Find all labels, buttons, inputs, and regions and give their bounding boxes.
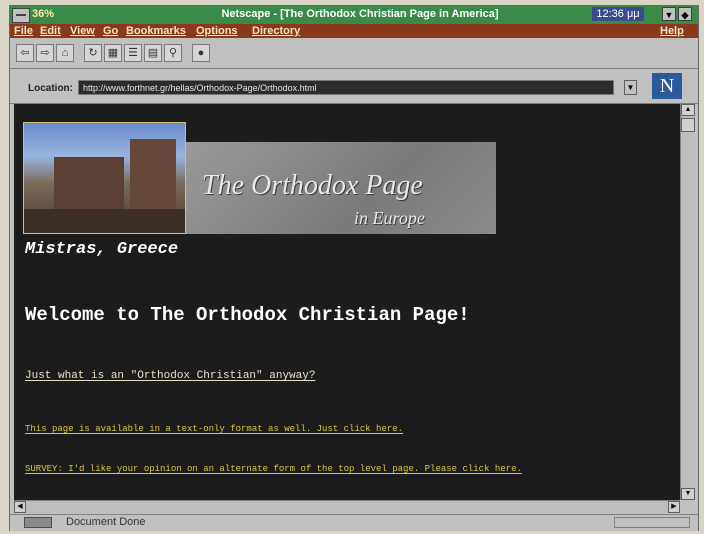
page-content: The Orthodox Page in Europe Mistras, Gre… — [14, 104, 680, 500]
find-icon[interactable]: ⚲ — [164, 44, 182, 62]
banner-subtitle: in Europe — [354, 208, 425, 228]
progress-panel — [614, 517, 690, 528]
netscape-logo-icon[interactable]: N — [652, 73, 682, 99]
stop-icon[interactable]: ● — [192, 44, 210, 62]
location-input[interactable]: http://www.forthnet.gr/hellas/Orthodox-P… — [78, 80, 614, 95]
horizontal-scrollbar[interactable]: ◀ ▶ — [14, 500, 680, 513]
open-icon[interactable]: ☰ — [124, 44, 142, 62]
title-bar: 36% Netscape - [The Orthodox Christian P… — [10, 6, 698, 24]
scroll-down-icon[interactable]: ▼ — [681, 488, 695, 500]
clock: 12:36 μμ — [592, 7, 644, 21]
location-label: Location: — [28, 83, 73, 94]
link-survey[interactable]: SURVEY: I'd like your opinion on an alte… — [25, 464, 522, 474]
menu-help[interactable]: Help — [660, 25, 684, 37]
menu-go[interactable]: Go — [103, 25, 118, 37]
home-icon[interactable]: ⌂ — [56, 44, 74, 62]
status-text: Document Done — [66, 516, 146, 528]
back-icon[interactable]: ⇦ — [16, 44, 34, 62]
ruin-ground — [24, 209, 185, 233]
ruin-wall — [54, 157, 124, 217]
link-text-only[interactable]: This page is available in a text-only fo… — [25, 424, 403, 434]
minimize-icon[interactable]: ▼ — [662, 7, 676, 21]
browser-window: 36% Netscape - [The Orthodox Christian P… — [9, 5, 699, 531]
print-icon[interactable]: ▤ — [144, 44, 162, 62]
ruin-tower — [130, 139, 176, 217]
photo-caption: Mistras, Greece — [25, 240, 179, 259]
maximize-icon[interactable]: ◆ — [678, 7, 692, 21]
forward-icon[interactable]: ⇨ — [36, 44, 54, 62]
menu-edit[interactable]: Edit — [40, 25, 61, 37]
vertical-scrollbar[interactable]: ▲ ▼ — [680, 104, 695, 500]
status-bar: Document Done — [10, 514, 698, 531]
scroll-left-icon[interactable]: ◀ — [14, 501, 26, 513]
mistras-photo — [23, 122, 186, 234]
zoom-percent: 36% — [32, 8, 55, 20]
window-title: Netscape - [The Orthodox Christian Page … — [221, 8, 499, 20]
menu-bookmarks[interactable]: Bookmarks — [126, 25, 186, 37]
toolbar: ⇦ ⇨ ⌂ ↻ ▦ ☰ ▤ ⚲ ● — [10, 38, 698, 69]
banner-title: The Orthodox Page — [202, 170, 423, 201]
security-key-icon — [24, 517, 52, 528]
location-bar: Location: http://www.forthnet.gr/hellas/… — [10, 69, 698, 104]
scroll-up-icon[interactable]: ▲ — [681, 104, 695, 116]
page-heading: Welcome to The Orthodox Christian Page! — [25, 304, 470, 326]
reload-icon[interactable]: ↻ — [84, 44, 102, 62]
system-menu-icon[interactable] — [12, 8, 30, 23]
scroll-right-icon[interactable]: ▶ — [668, 501, 680, 513]
images-icon[interactable]: ▦ — [104, 44, 122, 62]
menu-file[interactable]: File — [14, 25, 33, 37]
location-dropdown-icon[interactable]: ▼ — [624, 80, 637, 95]
scroll-thumb[interactable] — [681, 118, 695, 132]
link-what-is-orthodox[interactable]: Just what is an "Orthodox Christian" any… — [25, 370, 315, 382]
menu-bar: File Edit View Go Bookmarks Options Dire… — [10, 24, 698, 38]
menu-view[interactable]: View — [70, 25, 95, 37]
menu-options[interactable]: Options — [196, 25, 238, 37]
menu-directory[interactable]: Directory — [252, 25, 300, 37]
